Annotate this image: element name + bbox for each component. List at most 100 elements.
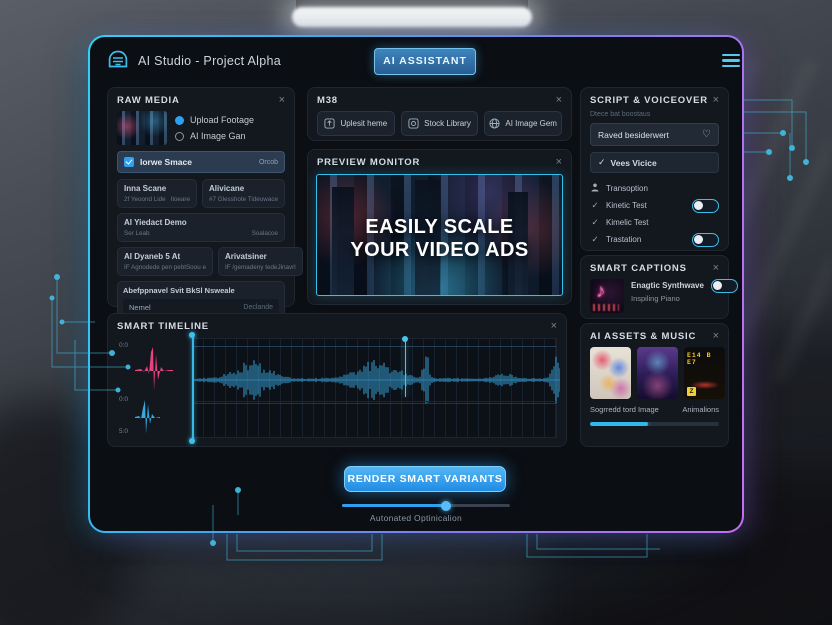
- close-icon[interactable]: ×: [556, 157, 562, 168]
- translation-toggle[interactable]: [692, 233, 719, 247]
- script-voiceover-panel: SCRIPT & VOICEOVER × Dtece bat boostaus …: [580, 87, 729, 251]
- captions-toggle[interactable]: [711, 279, 738, 293]
- ai-gen-ring-icon: [175, 132, 184, 141]
- media-card-meta: Iloeare: [171, 196, 190, 203]
- selected-media-label: Iorwe Smace: [140, 157, 253, 167]
- media-card-sub: IF /gemadeny tede: [225, 264, 278, 271]
- media-card-meta: Soalacoe: [252, 230, 278, 237]
- media-card-sub: Ser Leab: [124, 230, 150, 237]
- close-icon[interactable]: ×: [551, 321, 557, 332]
- ai-assistant-button[interactable]: AI ASSISTANT: [374, 48, 476, 75]
- close-icon[interactable]: ×: [556, 95, 562, 106]
- video-preview[interactable]: EASILY SCALE YOUR VIDEO ADS: [316, 174, 563, 296]
- mini-waveform-blue: [133, 396, 163, 438]
- timeline-grid[interactable]: [191, 338, 557, 438]
- option-label: Kinetic Test: [606, 201, 686, 210]
- slider-knob[interactable]: [441, 501, 451, 511]
- media-card-title: AI Yiedact Demo: [124, 218, 278, 227]
- stock-library-button[interactable]: Stock Library: [401, 111, 479, 136]
- upload-here-button[interactable]: Uplesit heme: [317, 111, 395, 136]
- timeline-start-marker[interactable]: [192, 335, 194, 441]
- media-card-sub: #7 Glesshote Tide: [209, 196, 260, 203]
- asset-label-right: Animalions: [682, 405, 719, 414]
- script-title: SCRIPT & VOICEOVER: [590, 95, 708, 106]
- footage-thumbnail[interactable]: [117, 111, 167, 145]
- video-headline: EASILY SCALE YOUR VIDEO ADS: [317, 216, 562, 263]
- dashboard-window: AI Studio - Project Alpha AI ASSISTANT R…: [88, 35, 744, 533]
- transcription-option[interactable]: Transoption: [590, 180, 719, 197]
- ai-image-gen-button[interactable]: AI Image Gem: [484, 111, 562, 136]
- media-card-meta: uwace: [260, 196, 278, 203]
- asset-thumbnail-animation[interactable]: E14 B E7 Z: [684, 347, 725, 399]
- translation-option[interactable]: ✓ Trastation: [590, 231, 719, 248]
- ai-image-gen-option[interactable]: AI Image Gan: [175, 131, 254, 141]
- heart-icon[interactable]: ♡: [702, 129, 711, 140]
- close-icon[interactable]: ×: [713, 263, 719, 274]
- selected-media-meta: Orcob: [259, 159, 278, 166]
- smart-timeline-panel: SMART TIMELINE × 0:0 0:0 5:0: [107, 313, 567, 447]
- voice-select-button[interactable]: ✓ Vees Vicice: [590, 152, 719, 173]
- upload-here-label: Uplesit heme: [340, 119, 387, 128]
- track-subtitle: Inspiling Piano: [631, 294, 704, 303]
- track-separator-glow: [192, 403, 556, 404]
- upload-footage-label: Upload Footage: [190, 115, 254, 125]
- media-toolbar-panel: M38 × Uplesit heme: [307, 87, 572, 141]
- close-icon[interactable]: ×: [713, 95, 719, 106]
- check-icon: ✓: [590, 234, 600, 245]
- menu-icon[interactable]: [722, 54, 740, 67]
- assets-progress-fill: [590, 422, 648, 426]
- playhead[interactable]: [405, 339, 407, 397]
- preview-title: PREVIEW MONITOR: [317, 157, 420, 168]
- selected-media-row[interactable]: Iorwe Smace Orcob: [117, 151, 285, 173]
- ceiling-light-bar: [292, 7, 532, 27]
- kinetic-text-toggle[interactable]: [692, 199, 719, 213]
- kinetic-text-option[interactable]: ✓ Kinetic Test: [590, 197, 719, 214]
- app-header: AI Studio - Project Alpha AI ASSISTANT: [90, 37, 742, 83]
- media-card[interactable]: AI Dyaneb 5 At IF Agnodede pen pebtSoou …: [117, 247, 213, 276]
- dashboard-surface: AI Studio - Project Alpha AI ASSISTANT R…: [90, 37, 742, 531]
- ai-assets-panel: AI ASSETS & MUSIC × E14 B E7 Z Sogrredd …: [580, 323, 729, 447]
- close-icon[interactable]: ×: [279, 95, 285, 106]
- person-icon: [590, 183, 600, 194]
- asset-thumb-text: E14 B E7: [687, 352, 725, 366]
- globe-icon: [489, 118, 500, 129]
- asset-label-left: Sogrredd tord Image: [590, 405, 659, 414]
- optimization-caption: Autonated Optinicalion: [90, 513, 742, 523]
- close-icon[interactable]: ×: [713, 331, 719, 342]
- stock-library-label: Stock Library: [424, 119, 471, 128]
- raw-media-title: RAW MEDIA: [117, 95, 180, 106]
- media-card[interactable]: AI Yiedact Demo Ser Leab Soalacoe: [117, 213, 285, 242]
- kimelic-test-option[interactable]: ✓ Kimelic Test: [590, 214, 719, 231]
- mini-waveform-pink: [133, 344, 175, 394]
- media-card-title: Arivatsiner: [225, 252, 296, 261]
- optimization-slider[interactable]: [342, 504, 510, 507]
- floor-glow: [60, 540, 760, 625]
- media-card-title: AI Dyaneb 5 At: [124, 252, 206, 261]
- upload-footage-option[interactable]: Upload Footage: [175, 115, 254, 125]
- asset-thumb-badge: Z: [687, 387, 696, 396]
- timeline-title: SMART TIMELINE: [117, 321, 209, 332]
- media-card[interactable]: Alivicane #7 Glesshote Tideuwace: [202, 179, 285, 208]
- upload-dot-icon: [175, 116, 184, 125]
- media-card[interactable]: Inna Scane 2f Yeoond Lide Iloeare: [117, 179, 197, 208]
- media-note-title: Abefppnavel Svit BkSl Nsweale: [123, 286, 279, 295]
- screen: { "ui": {"close": "×", "check": "✓", "he…: [0, 0, 832, 625]
- assets-title: AI ASSETS & MUSIC: [590, 331, 696, 342]
- checkbox-icon[interactable]: [124, 157, 134, 167]
- timeline-track-labels: 0:0 0:0 5:0: [117, 338, 187, 438]
- option-label: Kimelic Test: [606, 218, 719, 227]
- media-card[interactable]: Arivatsiner IF /gemadeny tedeJinavrl: [218, 247, 303, 276]
- music-track-thumbnail[interactable]: ♪: [590, 279, 624, 313]
- ai-image-gen-label: AI Image Gem: [505, 119, 557, 128]
- assets-progress-bar: [590, 422, 719, 426]
- render-smart-variants-button[interactable]: RENDER SMART VARIANTS: [344, 466, 506, 492]
- toolbar-title: M38: [317, 95, 338, 106]
- asset-thumbnail-collage[interactable]: [590, 347, 631, 399]
- track-separator: [192, 401, 556, 402]
- media-card-sub: 2f Yeoond Lide: [124, 196, 166, 203]
- asset-thumbnail-concert[interactable]: [637, 347, 678, 399]
- script-input[interactable]: Raved besiderwert ♡: [590, 123, 719, 146]
- timecode-label: 5:0: [119, 428, 128, 435]
- slider-fill: [342, 504, 446, 507]
- media-card-title: Inna Scane: [124, 184, 190, 193]
